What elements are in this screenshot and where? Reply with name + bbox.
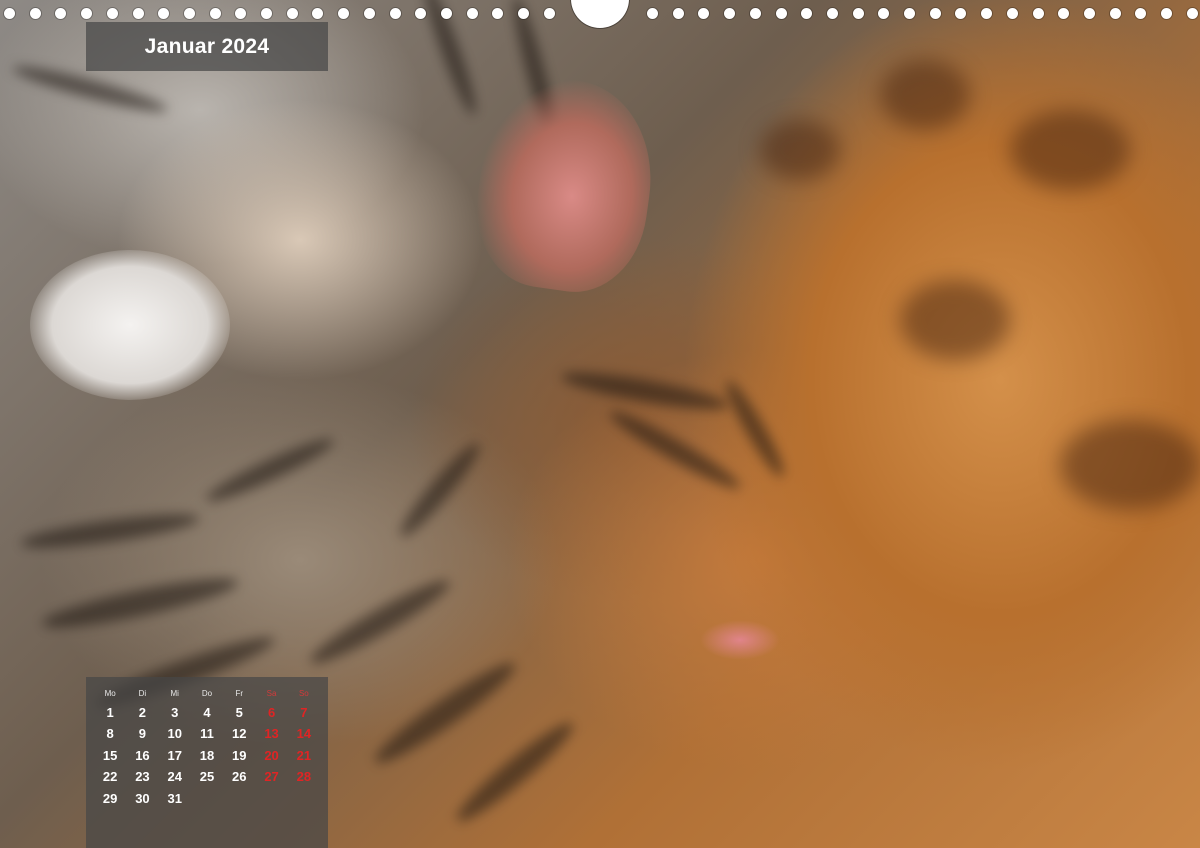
calendar-day: 13	[264, 726, 279, 742]
binding-hole	[1161, 8, 1172, 19]
calendar-day: 10	[167, 726, 182, 742]
hanger-notch	[571, 0, 629, 28]
binding-hole	[1135, 8, 1147, 19]
calendar-day: 14	[296, 726, 312, 742]
binding-hole	[543, 8, 555, 19]
calendar-day: 12	[232, 726, 247, 742]
binding-hole	[1109, 8, 1121, 19]
binding-hole	[929, 8, 941, 19]
binding-hole	[286, 8, 298, 19]
binding-hole	[415, 8, 427, 19]
weekday-label: Mo	[104, 689, 116, 698]
calendar-day: 28	[296, 769, 312, 785]
binding-hole	[440, 8, 452, 19]
calendar-day: 9	[138, 726, 147, 742]
binding-hole	[158, 8, 170, 19]
calendar-day: 22	[102, 769, 118, 785]
calendar-grid: Mo Di Mi Do Fr Sa So 1 2 3 4 5 6 7 8 9 10 11 12 13 14 15 16 17 1…	[94, 689, 320, 809]
calendar-day: 6	[267, 705, 276, 720]
binding-hole	[1058, 8, 1070, 19]
calendar-day	[288, 788, 320, 809]
binding-hole	[235, 8, 247, 19]
calendar-day: 29	[102, 790, 118, 806]
binding-hole	[672, 8, 684, 19]
binding-hole	[775, 8, 787, 19]
calendar-day: 5	[235, 705, 243, 720]
calendar-day: 26	[232, 769, 247, 785]
binding-hole	[492, 8, 504, 19]
binding-hole	[338, 8, 350, 19]
binding-hole	[878, 8, 890, 19]
binding-hole	[1006, 8, 1018, 19]
binding-hole	[29, 8, 41, 19]
binding-hole	[852, 8, 864, 19]
binding-hole	[518, 8, 529, 19]
calendar-day: 20	[264, 747, 279, 763]
binding-hole	[1083, 8, 1095, 19]
month-title: Januar 2024	[144, 34, 270, 58]
calendar-day: 27	[264, 769, 279, 785]
calendar-day: 31	[167, 790, 182, 806]
calendar-grid-panel: Mo Di Mi Do Fr Sa So 1 2 3 4 5 6 7 8 9 10 11 12 13 14 15 16 17 1…	[86, 677, 328, 848]
calendar-day: 16	[135, 747, 150, 763]
binding-hole	[955, 8, 967, 19]
binding-hole	[1032, 8, 1044, 19]
binding-hole	[363, 8, 375, 19]
binding-hole	[4, 8, 15, 19]
binding-hole	[981, 8, 993, 19]
calendar-day: 21	[296, 747, 312, 763]
binding-hole	[749, 8, 761, 19]
binding-hole	[312, 8, 324, 19]
binding-hole	[724, 8, 736, 19]
binding-hole	[698, 8, 710, 19]
calendar-day: 1	[106, 705, 114, 720]
calendar-day	[255, 788, 287, 809]
calendar-day	[223, 788, 255, 809]
calendar-day: 24	[167, 769, 182, 785]
binding-hole	[183, 8, 195, 19]
calendar-day: 19	[232, 747, 247, 763]
binding-hole	[389, 8, 401, 19]
binding-hole	[81, 8, 93, 19]
binding-hole	[647, 8, 658, 19]
month-title-plate: Januar 2024	[86, 22, 328, 71]
binding-hole	[801, 8, 813, 19]
calendar-day: 7	[300, 705, 308, 720]
binding-hole	[826, 8, 838, 19]
calendar-day: 2	[138, 705, 147, 720]
calendar-day: 4	[203, 705, 211, 720]
binding-hole	[261, 8, 272, 19]
weekday-label: So	[298, 689, 309, 698]
calendar-day: 3	[171, 705, 179, 720]
calendar-day: 17	[167, 747, 182, 763]
calendar-day: 15	[102, 747, 118, 763]
binding-hole	[466, 8, 478, 19]
binding-hole	[132, 8, 144, 19]
weekday-label: Sa	[266, 689, 277, 698]
calendar-day: 30	[135, 790, 150, 806]
binding-hole	[55, 8, 67, 19]
binding-hole	[1186, 8, 1198, 19]
calendar-day: 11	[200, 726, 214, 742]
binding-hole	[106, 8, 118, 19]
calendar-day: 25	[199, 769, 215, 785]
calendar-day: 8	[106, 726, 114, 742]
binding-hole	[209, 8, 221, 19]
weekday-label: Do	[201, 689, 213, 698]
calendar-day: 18	[199, 747, 215, 763]
weekday-label: Mi	[170, 689, 179, 698]
weekday-label: Di	[138, 689, 147, 698]
binding-hole	[904, 8, 915, 19]
calendar-day: 23	[135, 769, 150, 785]
calendar-day	[191, 788, 223, 809]
weekday-label: Fr	[235, 689, 244, 698]
